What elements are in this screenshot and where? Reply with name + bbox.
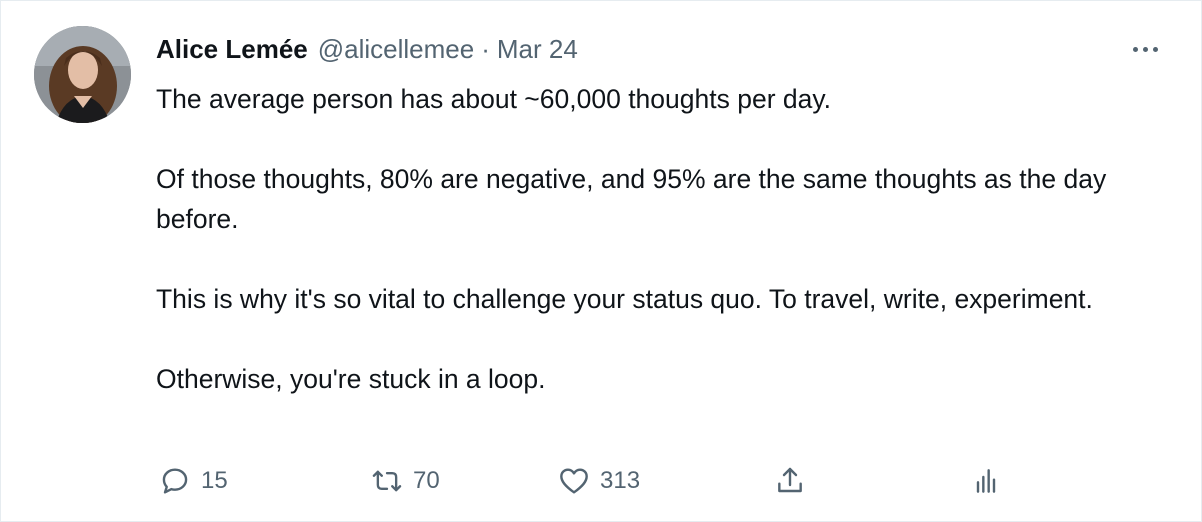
more-icon[interactable] [1125,39,1165,59]
tweet-paragraph: This is why it's so vital to challenge y… [156,284,1093,314]
tweet-date[interactable]: Mar 24 [497,31,578,67]
author-handle[interactable]: @alicellemee [318,31,474,67]
reply-button[interactable]: 15 [157,461,228,501]
tweet-actions: 15 70 313 [1,461,1202,501]
avatar-image [34,26,131,123]
tweet-card[interactable]: Alice Lemée @alicellemee · Mar 24 The av… [0,0,1202,522]
analytics-button[interactable] [968,461,1004,501]
like-count: 313 [600,467,641,494]
header-separator: · [481,34,490,64]
tweet-paragraph: Of those thoughts, 80% are negative, and… [156,164,1107,234]
author-name[interactable]: Alice Lemée [156,31,308,67]
analytics-icon [968,463,1004,499]
retweet-count: 70 [413,467,440,494]
reply-icon [157,463,193,499]
like-button[interactable]: 313 [556,461,640,501]
share-button[interactable] [772,461,808,501]
retweet-button[interactable]: 70 [369,461,440,501]
reply-count: 15 [201,467,228,494]
avatar[interactable] [34,26,131,123]
heart-icon [556,463,592,499]
tweet-paragraph: Otherwise, you're stuck in a loop. [156,364,546,394]
tweet-paragraph: The average person has about ~60,000 tho… [156,84,832,114]
share-icon [772,463,808,499]
tweet-header: Alice Lemée @alicellemee · Mar 24 [156,31,578,67]
tweet-text: The average person has about ~60,000 tho… [156,79,1166,399]
retweet-icon [369,463,405,499]
